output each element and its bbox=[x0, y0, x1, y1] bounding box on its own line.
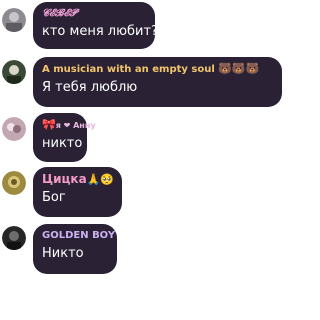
avatar[interactable] bbox=[2, 171, 26, 195]
message-bubble[interactable]: A musician with an empty soul 🐻🐻🐻 Я тебя… bbox=[33, 57, 282, 107]
message-bubble[interactable]: 𝓒𝓔𝓑𝓔𝓟 кто меня любит? bbox=[33, 2, 158, 49]
message-bubble[interactable]: 🎀я ❤ Анну никто bbox=[33, 113, 96, 162]
message-text: Я тебя люблю bbox=[42, 80, 138, 95]
sender-name[interactable]: 🎀я ❤ Анну bbox=[42, 118, 96, 132]
avatar[interactable] bbox=[2, 60, 26, 84]
message-text: Никто bbox=[42, 246, 84, 261]
bear-emoji-icon: 🐻🐻🐻 bbox=[218, 62, 260, 75]
message-bubble[interactable]: GOLDEN BOY Никто bbox=[33, 224, 117, 274]
message-text: никто bbox=[42, 136, 83, 151]
prayer-emoji-icon: 🙏🥺 bbox=[86, 173, 115, 186]
sender-name[interactable]: A musician with an empty soul 🐻🐻🐻 bbox=[42, 63, 274, 76]
message-text: Бог bbox=[42, 190, 66, 205]
message-text: кто меня любит? bbox=[42, 24, 158, 39]
message-bubble[interactable]: Цицка🙏🥺 Бог bbox=[33, 167, 122, 217]
avatar[interactable] bbox=[2, 226, 26, 250]
avatar[interactable] bbox=[2, 117, 26, 141]
bow-emoji-icon: 🎀 bbox=[42, 118, 56, 131]
sender-name[interactable]: GOLDEN BOY bbox=[42, 230, 115, 242]
sender-name[interactable]: Цицка🙏🥺 bbox=[42, 173, 114, 186]
sender-name[interactable]: 𝓒𝓔𝓑𝓔𝓟 bbox=[42, 8, 147, 20]
avatar[interactable] bbox=[2, 8, 26, 32]
